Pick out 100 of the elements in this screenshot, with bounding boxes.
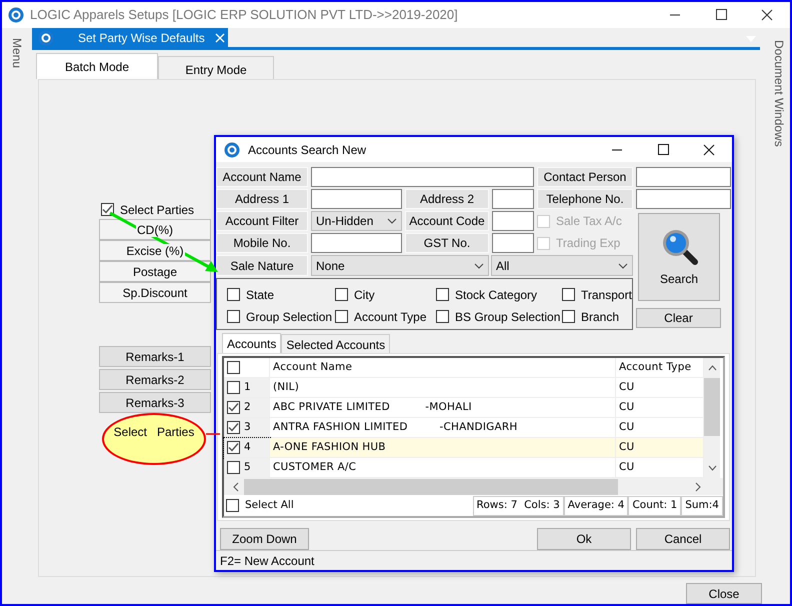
search-button[interactable]: Search xyxy=(638,213,720,301)
input-field[interactable] xyxy=(311,189,402,209)
input-field[interactable] xyxy=(311,233,402,253)
input-field[interactable] xyxy=(492,233,534,253)
checkbox[interactable] xyxy=(562,310,575,323)
field-label: GST No. xyxy=(405,233,489,253)
close-icon[interactable] xyxy=(760,9,774,21)
remarks-button[interactable]: Remarks-1 xyxy=(99,346,211,367)
table-cell: CU xyxy=(616,458,704,478)
document-windows-tab[interactable]: Document Windows xyxy=(770,40,788,147)
table-cell: A-ONE FASHION HUB xyxy=(270,438,616,458)
window-title: LOGIC Apparels Setups [LOGIC ERP SOLUTION PVT LTD->>2019-2020] xyxy=(30,6,458,24)
checkbox-label: State xyxy=(246,286,274,304)
status-cell: Sum:4 xyxy=(681,496,723,516)
scroll-down-icon[interactable] xyxy=(708,465,716,471)
checkbox-label: City xyxy=(354,286,375,304)
checkbox[interactable] xyxy=(226,499,239,512)
field-label: Mobile No. xyxy=(216,233,308,253)
checkbox[interactable] xyxy=(227,421,240,434)
table-cell: (NIL) xyxy=(270,378,616,398)
checkbox[interactable] xyxy=(562,288,575,301)
dialog-button[interactable]: Cancel xyxy=(636,528,730,550)
status-cell: Average: 4 xyxy=(564,496,628,516)
input-field[interactable] xyxy=(492,211,534,231)
chevron-down-icon[interactable] xyxy=(618,262,628,268)
tab[interactable]: Batch Mode xyxy=(36,53,158,79)
input-field[interactable] xyxy=(311,167,534,187)
scrollbar-thumb[interactable] xyxy=(704,378,720,436)
field-label: Contact Person xyxy=(537,167,633,187)
table-cell: CU xyxy=(616,438,704,458)
dropdown[interactable]: None xyxy=(311,255,489,276)
table-cell: CU xyxy=(616,418,704,438)
checkbox-label: Group Selection xyxy=(246,308,332,326)
checkbox[interactable] xyxy=(227,461,240,474)
field-label-button[interactable]: CD(%) xyxy=(99,219,211,240)
input-field[interactable] xyxy=(492,189,534,209)
field-label-button[interactable]: Postage xyxy=(99,261,211,282)
menu-tab[interactable]: Menu xyxy=(8,38,26,68)
table-cell: CUSTOMER A/C xyxy=(270,458,616,478)
table-cell: ABC PRIVATE LIMITED -MOHALI xyxy=(270,398,616,418)
field-label-button[interactable]: Excise (%) xyxy=(99,240,211,261)
checkbox[interactable] xyxy=(436,288,449,301)
table-cell: CU xyxy=(616,378,704,398)
chevron-down-icon[interactable] xyxy=(474,262,484,268)
clear-button[interactable]: Clear xyxy=(636,308,721,328)
scrollbar[interactable] xyxy=(704,358,720,478)
logo-icon xyxy=(38,30,54,46)
checkbox-label: Sale Tax A/c xyxy=(556,213,622,230)
checkbox[interactable] xyxy=(227,310,240,323)
callout-bubble: Select Parties xyxy=(102,413,206,465)
field-label: Account Code xyxy=(405,211,489,231)
scrollbar-thumb[interactable] xyxy=(244,478,618,495)
maximize-icon[interactable] xyxy=(656,144,670,156)
row-number: 4 xyxy=(244,440,251,455)
logo-icon xyxy=(8,7,24,23)
checkbox[interactable] xyxy=(227,288,240,301)
row-number: 2 xyxy=(244,400,251,415)
input-field[interactable] xyxy=(636,167,731,187)
tab[interactable]: Entry Mode xyxy=(158,56,274,79)
dropdown[interactable]: Un-Hidden xyxy=(311,211,402,231)
checkbox[interactable] xyxy=(227,361,240,374)
checkbox[interactable] xyxy=(227,441,240,454)
remarks-button[interactable]: Remarks-2 xyxy=(99,369,211,390)
checkbox[interactable] xyxy=(436,310,449,323)
checkbox[interactable] xyxy=(227,381,240,394)
table-cell: CU xyxy=(616,398,704,418)
checkbox[interactable] xyxy=(227,401,240,414)
checkbox[interactable] xyxy=(335,288,348,301)
chevron-down-icon[interactable] xyxy=(387,218,397,224)
field-label-button[interactable]: Sp.Discount xyxy=(99,282,211,303)
scroll-up-icon[interactable] xyxy=(708,365,716,371)
checkbox[interactable] xyxy=(335,310,348,323)
field-label: Sale Nature xyxy=(216,255,308,276)
status-text: F2= New Account xyxy=(216,550,732,570)
checkbox-label: Stock Category xyxy=(455,286,538,304)
document-tab[interactable]: Set Party Wise Defaults xyxy=(32,28,228,47)
dialog-title: Accounts Search New xyxy=(248,142,366,158)
status-cell: Count: 1 xyxy=(628,496,682,516)
dialog-button[interactable]: Zoom Down xyxy=(220,528,309,550)
field-label: Account Name xyxy=(216,167,308,187)
remarks-button[interactable]: Remarks-3 xyxy=(99,392,211,413)
checkbox-label: Select Parties xyxy=(120,202,194,218)
checkbox-label: Select All xyxy=(245,498,294,513)
table-cell: ANTRA FASHION LIMITED -CHANDIGARH xyxy=(270,418,616,438)
tab[interactable]: Accounts xyxy=(222,333,282,353)
maximize-icon[interactable] xyxy=(714,9,728,21)
field-label: Address 1 xyxy=(216,189,308,209)
checkbox-label: Trading Exp xyxy=(556,235,620,252)
row-number: 3 xyxy=(244,420,251,435)
input-field[interactable] xyxy=(636,189,731,209)
close-icon[interactable] xyxy=(702,144,716,156)
dropdown[interactable]: All xyxy=(491,255,633,276)
checkbox[interactable] xyxy=(101,203,114,216)
checkbox-label: Transport xyxy=(581,286,632,304)
row-number: 5 xyxy=(244,460,251,475)
field-label: Account Filter xyxy=(216,211,308,231)
dialog-button[interactable]: Ok xyxy=(537,528,631,550)
logo-icon xyxy=(224,142,240,158)
close-button[interactable]: Close xyxy=(686,583,762,604)
field-label: Address 2 xyxy=(405,189,489,209)
